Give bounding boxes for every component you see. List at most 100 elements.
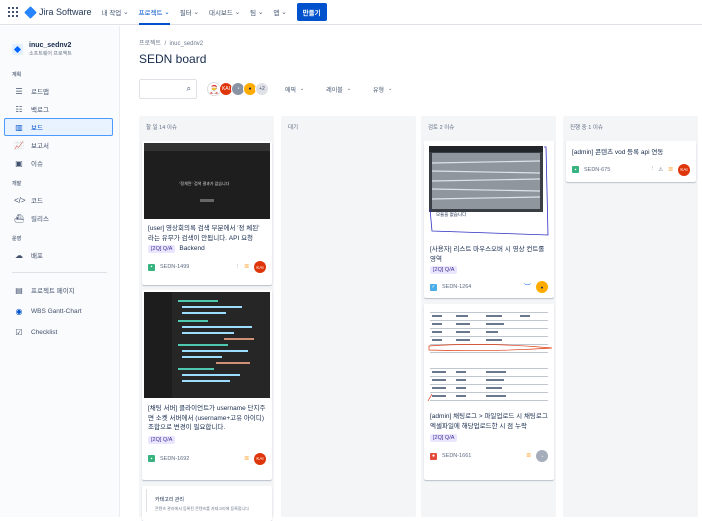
assignee-avatar[interactable]: KAI <box>254 452 266 465</box>
project-type: 소프트웨어 프로젝트 <box>29 51 72 57</box>
column-header: 검토 2 이슈 <box>428 125 455 131</box>
backlog-icon: ☷ <box>15 104 23 114</box>
label-tag: [2Q] Q/A <box>148 435 176 444</box>
issue-card-1264[interactable]: 모듈을 없습니다 [사용자] 리스트 마우스오버 시 영상 컨트롤 영역 [2Q… <box>424 141 554 298</box>
screenshot-image <box>429 146 549 236</box>
deployments-icon: ☁ <box>15 250 23 260</box>
sidebar-item-deployments[interactable]: ☁ 배포 <box>0 246 119 264</box>
column-header: 진행 중 1 이슈 <box>570 125 603 131</box>
card-thumbnail <box>426 306 552 406</box>
sidebar-item-reports[interactable]: 📈 보고서 <box>0 136 119 154</box>
breadcrumb-project[interactable]: inuc_sednv2 <box>169 41 203 47</box>
sidebar-item-board[interactable]: ▥ 보드 <box>4 118 113 136</box>
card-footer: ▪ SEDN-1692 = KAI <box>142 452 272 465</box>
pages-icon: ▤ <box>15 285 23 295</box>
branch-icon: ⚠ <box>658 166 664 173</box>
priority-low-icon: ︶ <box>524 284 531 291</box>
nav-filters[interactable]: 필터 ⌄ <box>180 0 199 25</box>
chevron-down-icon: ⌄ <box>346 86 352 92</box>
task-icon: ✓ <box>430 283 437 291</box>
sidebar-item-backlog[interactable]: ☷ 백로그 <box>0 100 119 118</box>
card-footer: ▪ SEDN-1499 ⫶ = KAI <box>142 261 272 273</box>
assignee-filter: 🎅 KAI ◔ ● +2 <box>207 82 269 96</box>
page-title: SEDN board <box>139 52 207 66</box>
card-summary: [admin] 콘텐츠 vod 등록 api 연동 <box>572 149 664 156</box>
label-tag: [2Q] Q/A <box>430 266 458 274</box>
chevron-down-icon: ⌄ <box>123 9 129 16</box>
card-footer: ✓ SEDN-1264 ︶ ● <box>424 281 554 293</box>
card-labels: [2Q] Q/A <box>424 431 554 445</box>
issue-card-category[interactable]: 카테고리 관리 콘텐츠 관리에서 등록된 콘텐츠를 카테고리에 등록합니다 <box>142 486 272 521</box>
issues-icon: ▣ <box>15 158 23 168</box>
checklist-icon: ☑ <box>15 327 23 337</box>
issue-card-675[interactable]: [admin] 콘텐츠 vod 등록 api 연동 ▪ SEDN-675 ⫶ ⚠… <box>566 141 696 182</box>
issue-key[interactable]: SEDN-1499 <box>160 264 189 270</box>
issue-key[interactable]: SEDN-1692 <box>160 456 189 462</box>
board-icon: ▥ <box>15 122 23 132</box>
card-footer: ● SEDN-1661 = ◔ <box>424 450 554 462</box>
pr-icon: ⫶ <box>652 166 654 172</box>
issue-key[interactable]: SEDN-1661 <box>442 453 471 459</box>
jira-logo[interactable]: Jira Software <box>24 5 92 19</box>
column-review: 검토 2 이슈 모듈을 없습니다 [사용자] 리스트 마우스오버 시 영상 컨트… <box>421 116 556 517</box>
story-icon: ▪ <box>148 263 155 271</box>
priority-medium-icon: = <box>526 451 531 460</box>
sidebar-item-code[interactable]: </> 코드 <box>0 191 119 209</box>
chevron-down-icon: ⌄ <box>164 9 170 16</box>
nav-dashboards[interactable]: 대시보드 ⌄ <box>209 0 240 25</box>
section-development: 개발 <box>12 181 22 187</box>
code-screenshot <box>144 292 254 398</box>
project-header[interactable]: inuc_sednv2 소프트웨어 프로젝트 <box>0 26 119 57</box>
nav-your-work[interactable]: 내 작업 ⌄ <box>102 0 129 25</box>
sidebar-item-releases[interactable]: ⛴ 릴리스 <box>0 209 119 227</box>
label-filter[interactable]: 레이블 ⌄ <box>326 85 351 94</box>
issue-card-1692[interactable]: [채팅 서버] 클라이언트가 username 단지주면 소켓 서버에서 (us… <box>142 290 272 480</box>
search-input[interactable]: ⌕ <box>139 79 197 99</box>
nav-apps[interactable]: 앱 ⌄ <box>273 0 286 25</box>
card-summary: [사용자] 리스트 마우스오버 시 영상 컨트롤 영역 <box>430 246 545 263</box>
table-screenshot <box>427 312 552 402</box>
priority-medium-icon: = <box>668 164 673 174</box>
board-header: 프로젝트 / inuc_sednv2 SEDN board <box>139 38 206 66</box>
code-icon: </> <box>14 195 26 205</box>
column-todo: 할 일 14 이슈 "정체된" 검색 결과가 없습니다 [user] 영상회의록… <box>139 116 274 521</box>
sidebar-item-issues[interactable]: ▣ 이슈 <box>0 154 119 172</box>
issue-key[interactable]: SEDN-1264 <box>442 284 471 290</box>
nav-teams[interactable]: 팀 ⌄ <box>250 0 263 25</box>
issue-card-1661[interactable]: [admin] 채팅로그 > 파일업로드 시 채팅로그엑셀파일에 해당업로드한 … <box>424 304 554 480</box>
assignee-avatar[interactable]: ◔ <box>536 450 548 462</box>
card-labels: [2Q] Q/A <box>424 264 554 276</box>
label-tag: [2Q] Q/A <box>430 434 458 442</box>
nav-projects[interactable]: 프로젝트 ⌄ <box>138 0 170 25</box>
top-navigation: Jira Software 내 작업 ⌄ 프로젝트 ⌄ 필터 ⌄ 대시보드 ⌄ … <box>0 0 702 25</box>
sidebar-item-roadmap[interactable]: ☰ 로드맵 <box>0 82 119 100</box>
sidebar-item-checklist[interactable]: ☑ Checklist <box>0 323 119 341</box>
card-thumbnail: "정체된" 검색 결과가 없습니다 <box>144 143 270 219</box>
assignee-avatar[interactable]: KAI <box>254 261 266 273</box>
avatar-more[interactable]: +2 <box>255 82 269 96</box>
column-header: 대기 <box>288 125 299 131</box>
epic-filter[interactable]: 에픽 ⌄ <box>285 85 304 94</box>
issue-key[interactable]: SEDN-675 <box>584 167 610 173</box>
card-summary: [user] 영상회의록 검색 부분에서 '정 체된' 라는 유무가 검색이 안… <box>148 225 260 242</box>
issue-card-1499[interactable]: "정체된" 검색 결과가 없습니다 [user] 영상회의록 검색 부분에서 '… <box>142 141 272 285</box>
label-tag: [2Q] Q/A <box>148 245 176 253</box>
chevron-down-icon: ⌄ <box>300 86 305 92</box>
releases-icon: ⛴ <box>14 213 25 223</box>
app-switcher-icon[interactable] <box>8 7 18 17</box>
column-in-progress: 진행 중 1 이슈 [admin] 콘텐츠 vod 등록 api 연동 ▪ SE… <box>563 116 698 517</box>
label-tag: Backend <box>179 245 205 252</box>
column-header: 할 일 14 이슈 <box>146 125 177 131</box>
type-filter[interactable]: 유형 ⌄ <box>373 85 392 94</box>
sidebar-item-wbs-gantt[interactable]: ◉ WBS Gantt-Chart <box>0 302 119 320</box>
sidebar-item-project-pages[interactable]: ▤ 프로젝트 페이지 <box>0 281 119 299</box>
assignee-avatar[interactable]: ● <box>536 281 548 293</box>
breadcrumb-projects[interactable]: 프로젝트 <box>139 41 161 47</box>
priority-medium-icon: = <box>244 262 249 271</box>
jira-icon <box>24 5 37 19</box>
reports-icon: 📈 <box>14 140 24 150</box>
gantt-icon: ◉ <box>15 306 23 316</box>
create-button[interactable]: 만들기 <box>296 3 327 21</box>
board-filters: ⌕ 🎅 KAI ◔ ● +2 에픽 ⌄ 레이블 ⌄ 유형 ⌄ <box>139 79 392 99</box>
assignee-avatar[interactable]: KAI <box>678 163 690 176</box>
